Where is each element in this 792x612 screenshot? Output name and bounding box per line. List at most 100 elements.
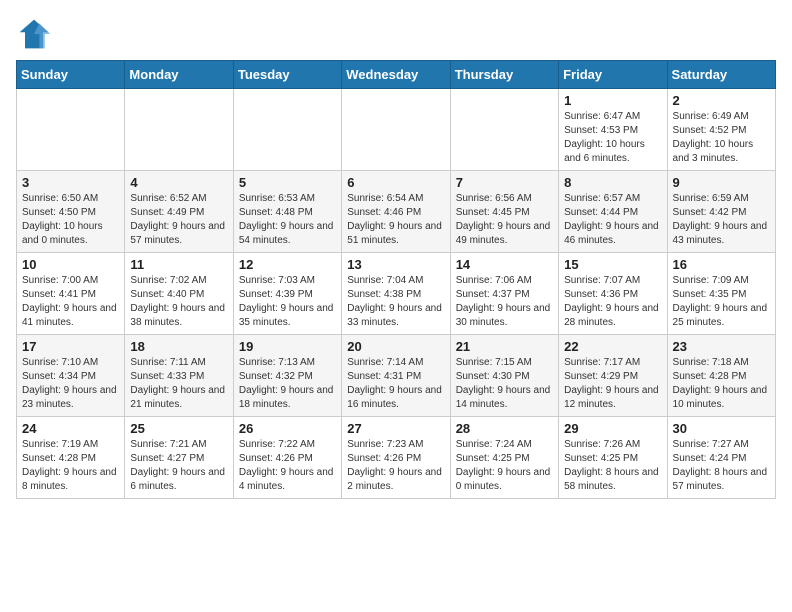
calendar-cell: 14 Sunrise: 7:06 AM Sunset: 4:37 PM Dayli… (450, 253, 558, 335)
day-number: 19 (239, 339, 336, 354)
calendar-cell: 12 Sunrise: 7:03 AM Sunset: 4:39 PM Dayli… (233, 253, 341, 335)
day-number: 27 (347, 421, 444, 436)
day-number: 17 (22, 339, 119, 354)
calendar-cell: 25 Sunrise: 7:21 AM Sunset: 4:27 PM Dayli… (125, 417, 233, 499)
calendar-week-4: 17 Sunrise: 7:10 AM Sunset: 4:34 PM Dayli… (17, 335, 776, 417)
day-number: 25 (130, 421, 227, 436)
calendar-header-friday: Friday (559, 61, 667, 89)
day-number: 1 (564, 93, 661, 108)
day-number: 18 (130, 339, 227, 354)
day-info: Sunrise: 6:57 AM Sunset: 4:44 PM Dayligh… (564, 192, 661, 248)
day-info: Sunrise: 7:15 AM Sunset: 4:30 PM Dayligh… (456, 356, 553, 412)
day-number: 16 (673, 257, 770, 272)
calendar-week-2: 3Sunrise: 6:50 AM Sunset: 4:50 PM Daylig… (17, 171, 776, 253)
day-info: Sunrise: 7:02 AM Sunset: 4:40 PM Dayligh… (130, 274, 227, 330)
day-number: 8 (564, 175, 661, 190)
day-number: 29 (564, 421, 661, 436)
day-info: Sunrise: 7:11 AM Sunset: 4:33 PM Dayligh… (130, 356, 227, 412)
day-info: Sunrise: 7:07 AM Sunset: 4:36 PM Dayligh… (564, 274, 661, 330)
day-info: Sunrise: 7:04 AM Sunset: 4:38 PM Dayligh… (347, 274, 444, 330)
day-number: 9 (673, 175, 770, 190)
day-number: 24 (22, 421, 119, 436)
logo-icon (16, 16, 52, 52)
calendar-cell (342, 89, 450, 171)
day-info: Sunrise: 7:21 AM Sunset: 4:27 PM Dayligh… (130, 438, 227, 494)
calendar-cell: 5Sunrise: 6:53 AM Sunset: 4:48 PM Daylig… (233, 171, 341, 253)
day-number: 30 (673, 421, 770, 436)
day-number: 20 (347, 339, 444, 354)
calendar-header-wednesday: Wednesday (342, 61, 450, 89)
calendar-cell: 19 Sunrise: 7:13 AM Sunset: 4:32 PM Dayli… (233, 335, 341, 417)
day-info: Sunrise: 6:52 AM Sunset: 4:49 PM Dayligh… (130, 192, 227, 248)
day-number: 2 (673, 93, 770, 108)
calendar-cell: 27Sunrise: 7:23 AM Sunset: 4:26 PM Dayli… (342, 417, 450, 499)
calendar-header-saturday: Saturday (667, 61, 775, 89)
calendar-cell: 28Sunrise: 7:24 AM Sunset: 4:25 PM Dayli… (450, 417, 558, 499)
day-number: 12 (239, 257, 336, 272)
calendar-cell (125, 89, 233, 171)
calendar-cell: 6Sunrise: 6:54 AM Sunset: 4:46 PM Daylig… (342, 171, 450, 253)
day-info: Sunrise: 7:27 AM Sunset: 4:24 PM Dayligh… (673, 438, 770, 494)
calendar-cell: 9 Sunrise: 6:59 AM Sunset: 4:42 PM Daylig… (667, 171, 775, 253)
calendar-week-1: 1 Sunrise: 6:47 AM Sunset: 4:53 PM Daylig… (17, 89, 776, 171)
day-info: Sunrise: 6:56 AM Sunset: 4:45 PM Dayligh… (456, 192, 553, 248)
calendar-cell: 16 Sunrise: 7:09 AM Sunset: 4:35 PM Dayli… (667, 253, 775, 335)
day-info: Sunrise: 6:54 AM Sunset: 4:46 PM Dayligh… (347, 192, 444, 248)
calendar-cell: 11 Sunrise: 7:02 AM Sunset: 4:40 PM Dayli… (125, 253, 233, 335)
calendar-header-row: SundayMondayTuesdayWednesdayThursdayFrid… (17, 61, 776, 89)
calendar-cell: 29 Sunrise: 7:26 AM Sunset: 4:25 PM Dayli… (559, 417, 667, 499)
calendar-cell: 8 Sunrise: 6:57 AM Sunset: 4:44 PM Daylig… (559, 171, 667, 253)
day-info: Sunrise: 7:00 AM Sunset: 4:41 PM Dayligh… (22, 274, 119, 330)
calendar-cell: 4Sunrise: 6:52 AM Sunset: 4:49 PM Daylig… (125, 171, 233, 253)
day-number: 7 (456, 175, 553, 190)
day-info: Sunrise: 7:10 AM Sunset: 4:34 PM Dayligh… (22, 356, 119, 412)
day-info: Sunrise: 7:17 AM Sunset: 4:29 PM Dayligh… (564, 356, 661, 412)
day-info: Sunrise: 7:03 AM Sunset: 4:39 PM Dayligh… (239, 274, 336, 330)
day-info: Sunrise: 6:47 AM Sunset: 4:53 PM Dayligh… (564, 110, 661, 166)
calendar-cell: 22 Sunrise: 7:17 AM Sunset: 4:29 PM Dayli… (559, 335, 667, 417)
calendar-cell: 21 Sunrise: 7:15 AM Sunset: 4:30 PM Dayli… (450, 335, 558, 417)
day-info: Sunrise: 7:26 AM Sunset: 4:25 PM Dayligh… (564, 438, 661, 494)
logo (16, 16, 56, 52)
day-number: 3 (22, 175, 119, 190)
day-number: 23 (673, 339, 770, 354)
page-header (16, 16, 776, 52)
calendar-cell (450, 89, 558, 171)
calendar-body: 1 Sunrise: 6:47 AM Sunset: 4:53 PM Daylig… (17, 89, 776, 499)
day-info: Sunrise: 7:06 AM Sunset: 4:37 PM Dayligh… (456, 274, 553, 330)
day-info: Sunrise: 6:59 AM Sunset: 4:42 PM Dayligh… (673, 192, 770, 248)
calendar-cell: 26 Sunrise: 7:22 AM Sunset: 4:26 PM Dayli… (233, 417, 341, 499)
calendar-cell: 10Sunrise: 7:00 AM Sunset: 4:41 PM Dayli… (17, 253, 125, 335)
calendar-week-5: 24 Sunrise: 7:19 AM Sunset: 4:28 PM Dayli… (17, 417, 776, 499)
calendar-header-sunday: Sunday (17, 61, 125, 89)
calendar-header-tuesday: Tuesday (233, 61, 341, 89)
calendar-cell: 20Sunrise: 7:14 AM Sunset: 4:31 PM Dayli… (342, 335, 450, 417)
calendar-header-thursday: Thursday (450, 61, 558, 89)
calendar-cell: 3Sunrise: 6:50 AM Sunset: 4:50 PM Daylig… (17, 171, 125, 253)
calendar-week-3: 10Sunrise: 7:00 AM Sunset: 4:41 PM Dayli… (17, 253, 776, 335)
day-info: Sunrise: 7:09 AM Sunset: 4:35 PM Dayligh… (673, 274, 770, 330)
calendar-cell: 15 Sunrise: 7:07 AM Sunset: 4:36 PM Dayli… (559, 253, 667, 335)
calendar-header-monday: Monday (125, 61, 233, 89)
day-number: 15 (564, 257, 661, 272)
calendar-table: SundayMondayTuesdayWednesdayThursdayFrid… (16, 60, 776, 499)
calendar-cell: 17 Sunrise: 7:10 AM Sunset: 4:34 PM Dayli… (17, 335, 125, 417)
calendar-cell: 23 Sunrise: 7:18 AM Sunset: 4:28 PM Dayli… (667, 335, 775, 417)
day-info: Sunrise: 7:13 AM Sunset: 4:32 PM Dayligh… (239, 356, 336, 412)
day-number: 21 (456, 339, 553, 354)
day-info: Sunrise: 7:22 AM Sunset: 4:26 PM Dayligh… (239, 438, 336, 494)
calendar-cell: 2Sunrise: 6:49 AM Sunset: 4:52 PM Daylig… (667, 89, 775, 171)
day-info: Sunrise: 7:18 AM Sunset: 4:28 PM Dayligh… (673, 356, 770, 412)
calendar-cell: 1 Sunrise: 6:47 AM Sunset: 4:53 PM Daylig… (559, 89, 667, 171)
day-number: 26 (239, 421, 336, 436)
day-number: 14 (456, 257, 553, 272)
day-info: Sunrise: 7:19 AM Sunset: 4:28 PM Dayligh… (22, 438, 119, 494)
day-info: Sunrise: 6:53 AM Sunset: 4:48 PM Dayligh… (239, 192, 336, 248)
calendar-cell: 30 Sunrise: 7:27 AM Sunset: 4:24 PM Dayli… (667, 417, 775, 499)
day-number: 13 (347, 257, 444, 272)
calendar-cell: 24 Sunrise: 7:19 AM Sunset: 4:28 PM Dayli… (17, 417, 125, 499)
day-info: Sunrise: 7:24 AM Sunset: 4:25 PM Dayligh… (456, 438, 553, 494)
calendar-cell: 18 Sunrise: 7:11 AM Sunset: 4:33 PM Dayli… (125, 335, 233, 417)
day-number: 11 (130, 257, 227, 272)
day-number: 22 (564, 339, 661, 354)
